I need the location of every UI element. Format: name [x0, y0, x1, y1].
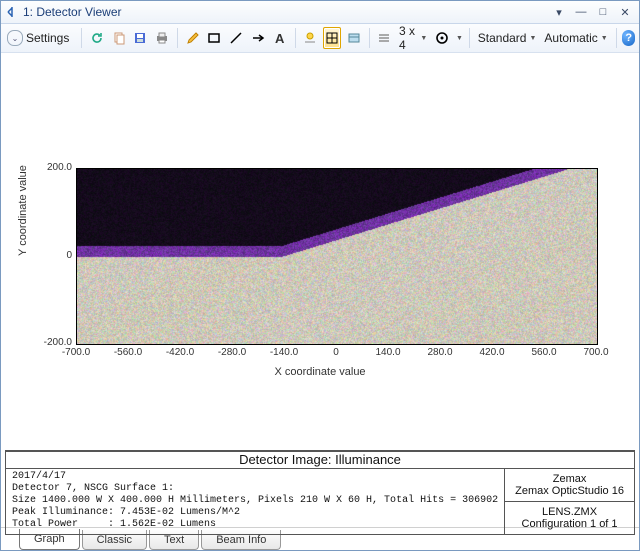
grid-size-dropdown[interactable]: 3 x 4▼: [397, 24, 429, 52]
x-tick: 420.0: [474, 347, 510, 358]
rectangle-tool[interactable]: [206, 27, 224, 49]
dropdown-button[interactable]: ▾: [549, 4, 569, 20]
x-tick: 280.0: [422, 347, 458, 358]
save-button[interactable]: [132, 27, 150, 49]
x-tick: -420.0: [162, 347, 198, 358]
chart-area: Y coordinate value X coordinate value -7…: [1, 53, 639, 527]
config-button[interactable]: [345, 27, 363, 49]
app-icon: [5, 5, 19, 19]
titlebar: 1: Detector Viewer ▾ ― □ ✕: [1, 1, 639, 24]
plot-frame: [76, 168, 598, 345]
x-tick: 140.0: [370, 347, 406, 358]
separator: [295, 28, 296, 48]
window-title: 1: Detector Viewer: [23, 5, 549, 19]
y-tick: 200.0: [32, 162, 72, 173]
y-tick: 0: [32, 250, 72, 261]
separator: [369, 28, 370, 48]
combo-label: Automatic: [544, 31, 597, 45]
automatic-dropdown[interactable]: Automatic ▼: [542, 31, 609, 45]
chevron-down-icon: ▼: [529, 35, 536, 42]
info-vendor: Zemax Zemax OpticStudio 16: [505, 469, 634, 501]
settings-label: Settings: [26, 31, 69, 45]
pencil-tool[interactable]: [184, 27, 202, 49]
separator: [81, 28, 82, 48]
chart-title: Detector Image: Illuminance: [6, 452, 634, 469]
x-tick: 700.0: [578, 347, 614, 358]
chevron-down-icon: ▼: [456, 35, 463, 42]
x-tick: 560.0: [526, 347, 562, 358]
help-button[interactable]: ?: [622, 30, 635, 46]
x-axis-label: X coordinate value: [1, 366, 639, 378]
maximize-button[interactable]: □: [593, 4, 613, 20]
copy-button[interactable]: [110, 27, 128, 49]
print-button[interactable]: [153, 27, 171, 49]
x-tick: 0: [318, 347, 354, 358]
chevron-down-icon: ▼: [420, 35, 427, 42]
info-text: 2017/4/17 Detector 7, NSCG Surface 1: Si…: [6, 469, 504, 534]
window-split-button[interactable]: [323, 27, 341, 49]
x-tick: -140.0: [266, 347, 302, 358]
settings-button[interactable]: ⌄ Settings: [5, 30, 75, 46]
close-button[interactable]: ✕: [615, 4, 635, 20]
info-right: Zemax Zemax OpticStudio 16 LENS.ZMX Conf…: [504, 469, 634, 534]
text-tool[interactable]: A: [271, 27, 289, 49]
toolbar: ⌄ Settings A 3 x 4▼ ▼ Standard▼ Automati…: [1, 24, 639, 53]
separator: [469, 28, 470, 48]
stack-icon[interactable]: [375, 27, 393, 49]
info-panel: Detector Image: Illuminance 2017/4/17 De…: [5, 450, 635, 535]
standard-dropdown[interactable]: Standard▼: [476, 31, 539, 45]
refresh-button[interactable]: [88, 27, 106, 49]
target-button[interactable]: [433, 27, 451, 49]
chevron-down-icon: ▼: [601, 35, 608, 42]
separator: [616, 28, 617, 48]
separator: [177, 28, 178, 48]
sun-button[interactable]: [301, 27, 319, 49]
x-tick: -700.0: [58, 347, 94, 358]
x-tick: -560.0: [110, 347, 146, 358]
minimize-button[interactable]: ―: [571, 4, 591, 20]
x-tick: -280.0: [214, 347, 250, 358]
grid-size-label: 3 x 4: [399, 24, 417, 52]
info-body: 2017/4/17 Detector 7, NSCG Surface 1: Si…: [6, 469, 634, 534]
window-buttons: ▾ ― □ ✕: [549, 4, 635, 20]
y-axis-label: Y coordinate value: [17, 165, 29, 256]
line-tool[interactable]: [227, 27, 245, 49]
arrow-tool[interactable]: [249, 27, 267, 49]
y-tick: -200.0: [32, 337, 72, 348]
combo-label: Standard: [478, 31, 527, 45]
detector-image: [77, 169, 597, 344]
chevron-down-icon: ⌄: [7, 30, 23, 46]
info-file: LENS.ZMX Configuration 1 of 1: [505, 501, 634, 534]
window: 1: Detector Viewer ▾ ― □ ✕ ⌄ Settings A: [0, 0, 640, 551]
